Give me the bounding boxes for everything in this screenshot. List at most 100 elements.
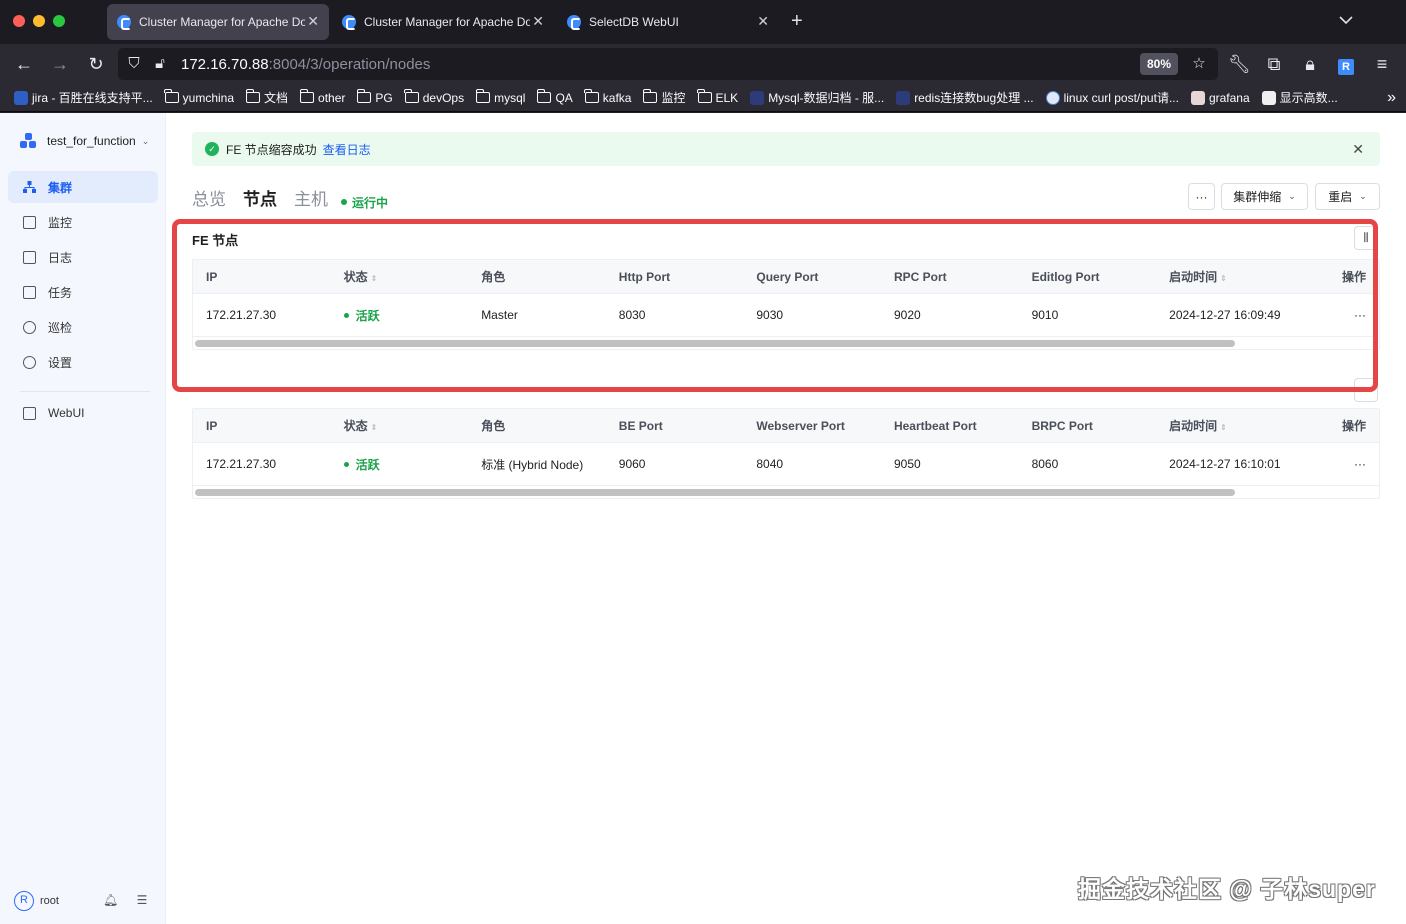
bookmark-folder[interactable]: ELK — [697, 89, 738, 105]
forward-arrow-icon[interactable]: → — [50, 54, 70, 74]
scrollbar-thumb[interactable] — [195, 489, 1235, 496]
collapse-menu-icon[interactable]: ☰ — [135, 893, 149, 907]
bookmarks-overflow-icon[interactable]: » — [1387, 89, 1396, 107]
bookmark-folder[interactable]: yumchina — [164, 89, 234, 105]
sidebar-item-task[interactable]: 任务 — [8, 276, 158, 308]
menu-hamburger-icon[interactable]: ≡ — [1372, 54, 1392, 74]
cluster-logo-icon — [20, 133, 38, 149]
doris-favicon-icon — [342, 15, 356, 30]
back-arrow-icon[interactable]: ← — [14, 54, 34, 74]
table-row: 172.21.27.30 活跃 标准 (Hybrid Node) 9060 80… — [193, 443, 1379, 486]
app-page: test_for_function ⌄ 集群 监控 日志 任务 巡检 设置 We… — [0, 113, 1406, 924]
column-header: BE Port — [618, 418, 663, 433]
tab-hosts[interactable]: 主机 — [294, 185, 328, 210]
browser-tab-1[interactable]: Cluster Manager for Apache Doris ✕ — [107, 4, 329, 40]
close-tab-icon[interactable]: ✕ — [757, 14, 769, 28]
bookmark-display[interactable]: 显示高数... — [1261, 89, 1338, 106]
settings-icon — [23, 355, 36, 369]
close-icon[interactable]: ✕ — [1352, 141, 1364, 158]
bookmark-folder[interactable]: 文档 — [245, 89, 288, 106]
tab-overview[interactable]: 总览 — [192, 185, 226, 210]
site-favicon-icon — [1190, 90, 1205, 105]
bell-icon[interactable]: 🔔︎ — [103, 893, 118, 907]
extension-r-icon[interactable]: R — [1336, 54, 1356, 75]
shield-icon[interactable]: ⛉ — [125, 55, 143, 73]
close-window-button[interactable] — [13, 15, 25, 27]
chevron-down-icon: ⌄ — [1288, 191, 1296, 201]
view-log-link[interactable]: 查看日志 — [323, 141, 371, 158]
task-icon — [23, 285, 36, 299]
project-selector[interactable]: test_for_function ⌄ — [20, 133, 149, 149]
tab-list-chevron-icon[interactable] — [1338, 12, 1354, 28]
bookmark-folder[interactable]: other — [299, 89, 345, 105]
sidebar: test_for_function ⌄ 集群 监控 日志 任务 巡检 设置 We… — [0, 113, 166, 924]
bookmark-folder[interactable]: QA — [536, 89, 573, 105]
bookmark-folder[interactable]: 监控 — [642, 89, 686, 106]
folder-icon — [404, 89, 419, 103]
bookmark-jira[interactable]: jira - 百胜在线支持平... — [14, 89, 153, 106]
bookmark-star-icon[interactable]: ☆ — [1190, 55, 1208, 73]
bookmark-folder[interactable]: devOps — [404, 89, 464, 105]
sidebar-item-inspect[interactable]: 巡检 — [8, 311, 158, 343]
bookmark-linux-curl[interactable]: linux curl post/put请... — [1045, 89, 1179, 106]
site-favicon-icon — [1045, 90, 1060, 105]
sort-icon[interactable]: ⇕ — [371, 423, 378, 432]
restart-button[interactable]: 重启 ⌄ — [1315, 183, 1380, 210]
maximize-window-button[interactable] — [53, 15, 65, 27]
address-bar[interactable]: ⛉ 🔓︎ 172.16.70.88:8004/3/operation/nodes… — [118, 48, 1218, 80]
sidebar-item-monitor[interactable]: 监控 — [8, 206, 158, 238]
column-header: IP — [206, 418, 218, 433]
bookmark-grafana[interactable]: grafana — [1190, 90, 1250, 105]
extensions-icon[interactable]: ⧉ — [1264, 54, 1284, 74]
column-header[interactable]: 状态 ⇕ — [331, 417, 469, 434]
log-icon — [23, 250, 36, 264]
folder-icon — [299, 89, 315, 103]
close-tab-icon[interactable]: ✕ — [307, 14, 319, 28]
reload-icon[interactable]: ↻ — [86, 54, 106, 74]
folder-icon — [584, 89, 599, 103]
insecure-lock-icon[interactable]: 🔓︎ — [151, 55, 169, 73]
close-tab-icon[interactable]: ✕ — [532, 14, 544, 28]
browser-tab-2[interactable]: Cluster Manager for Apache Doris ✕ — [332, 4, 554, 40]
sidebar-item-cluster[interactable]: 集群 — [8, 171, 158, 203]
avatar: R — [14, 891, 34, 911]
more-actions-button[interactable]: ··· — [1188, 183, 1215, 210]
selectdb-favicon-icon — [567, 15, 581, 30]
minimize-window-button[interactable] — [33, 15, 45, 27]
sidebar-item-log[interactable]: 日志 — [8, 241, 158, 273]
status-badge: 运行中 — [341, 194, 388, 211]
browser-navbar: ← → ↻ ⛉ 🔓︎ 172.16.70.88:8004/3/operation… — [0, 44, 1406, 84]
sidebar-item-webui[interactable]: WebUI — [8, 397, 158, 429]
highlight-annotation-box — [172, 219, 1378, 392]
bookmark-folder[interactable]: mysql — [475, 89, 525, 105]
column-header: BRPC Port — [1031, 418, 1093, 433]
new-tab-button[interactable]: + — [791, 11, 803, 31]
be-nodes-table: IP 状态 ⇕ 角色 BE Port Webserver Port Heartbe… — [192, 408, 1380, 499]
user-menu[interactable]: R root — [14, 891, 59, 911]
external-link-icon — [23, 406, 36, 420]
sidebar-item-settings[interactable]: 设置 — [8, 346, 158, 378]
bookmark-folder[interactable]: kafka — [584, 89, 631, 105]
bookmark-mysql-archive[interactable]: Mysql-数据归档 - 服... — [750, 89, 884, 106]
sort-icon[interactable]: ⇕ — [1220, 423, 1227, 432]
cluster-scale-button[interactable]: 集群伸缩 ⌄ — [1221, 183, 1308, 210]
bookmark-redis[interactable]: redis连接数bug处理 ... — [896, 89, 1034, 106]
status-badge: 活跃 — [343, 456, 469, 473]
row-actions-button[interactable]: ··· — [1294, 457, 1379, 471]
browser-tab-3[interactable]: SelectDB WebUI ✕ — [557, 4, 779, 40]
horizontal-scrollbar[interactable] — [193, 486, 1379, 498]
watermark-text: 掘金技术社区 @ 子林super — [1078, 876, 1376, 902]
wrench-icon[interactable]: 🔧︎ — [1228, 54, 1251, 74]
column-header[interactable]: 启动时间 ⇕ — [1156, 417, 1294, 434]
column-header: 操作 — [1341, 419, 1366, 433]
zoom-level-badge[interactable]: 80% — [1140, 53, 1179, 75]
lock-icon[interactable]: 🔒︎ — [1300, 54, 1320, 74]
status-dot — [341, 199, 347, 205]
chevron-down-icon: ⌄ — [1359, 191, 1367, 201]
tab-nodes[interactable]: 节点 — [243, 185, 277, 210]
bookmarks-bar: jira - 百胜在线支持平... yumchina 文档 other PG d… — [0, 84, 1406, 112]
url-text[interactable]: 172.16.70.88:8004/3/operation/nodes — [181, 56, 430, 73]
bookmark-folder[interactable]: PG — [356, 89, 393, 105]
doris-favicon-icon — [117, 15, 131, 30]
sidebar-divider — [20, 391, 150, 392]
